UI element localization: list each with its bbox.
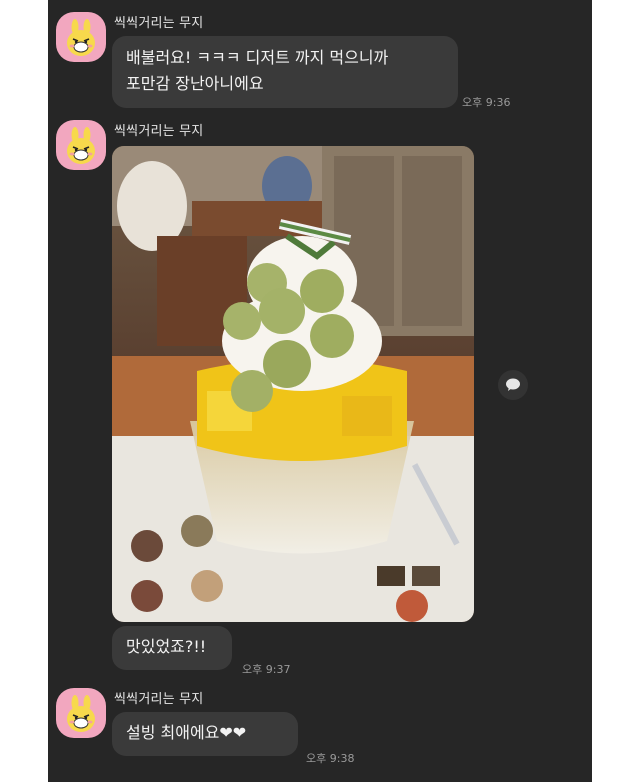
chat-room: 씩씩거리는 무지 배불러요! ㅋㅋㅋ 디저트 까지 먹으니까 포만감 장난아니에… <box>48 0 592 782</box>
message-bubble[interactable]: 맛있었죠?!! <box>112 626 232 670</box>
message-bubble[interactable]: 배불러요! ㅋㅋㅋ 디저트 까지 먹으니까 포만감 장난아니에요 <box>112 36 458 108</box>
muzi-avatar-icon[interactable] <box>56 120 106 170</box>
message-time: 오후 9:36 <box>462 96 511 109</box>
sender-name: 씩씩거리는 무지 <box>114 124 204 139</box>
message-time: 오후 9:37 <box>242 663 291 676</box>
message-bubble[interactable]: 설빙 최애에요❤❤ <box>112 712 298 756</box>
bingsu-photo[interactable] <box>112 146 474 622</box>
message-time: 오후 9:38 <box>306 752 355 765</box>
sender-name: 씩씩거리는 무지 <box>114 692 204 707</box>
chat-bubble-share-icon[interactable] <box>498 370 528 400</box>
muzi-avatar-icon[interactable] <box>56 12 106 62</box>
sender-name: 씩씩거리는 무지 <box>114 16 204 31</box>
muzi-avatar-icon[interactable] <box>56 688 106 738</box>
